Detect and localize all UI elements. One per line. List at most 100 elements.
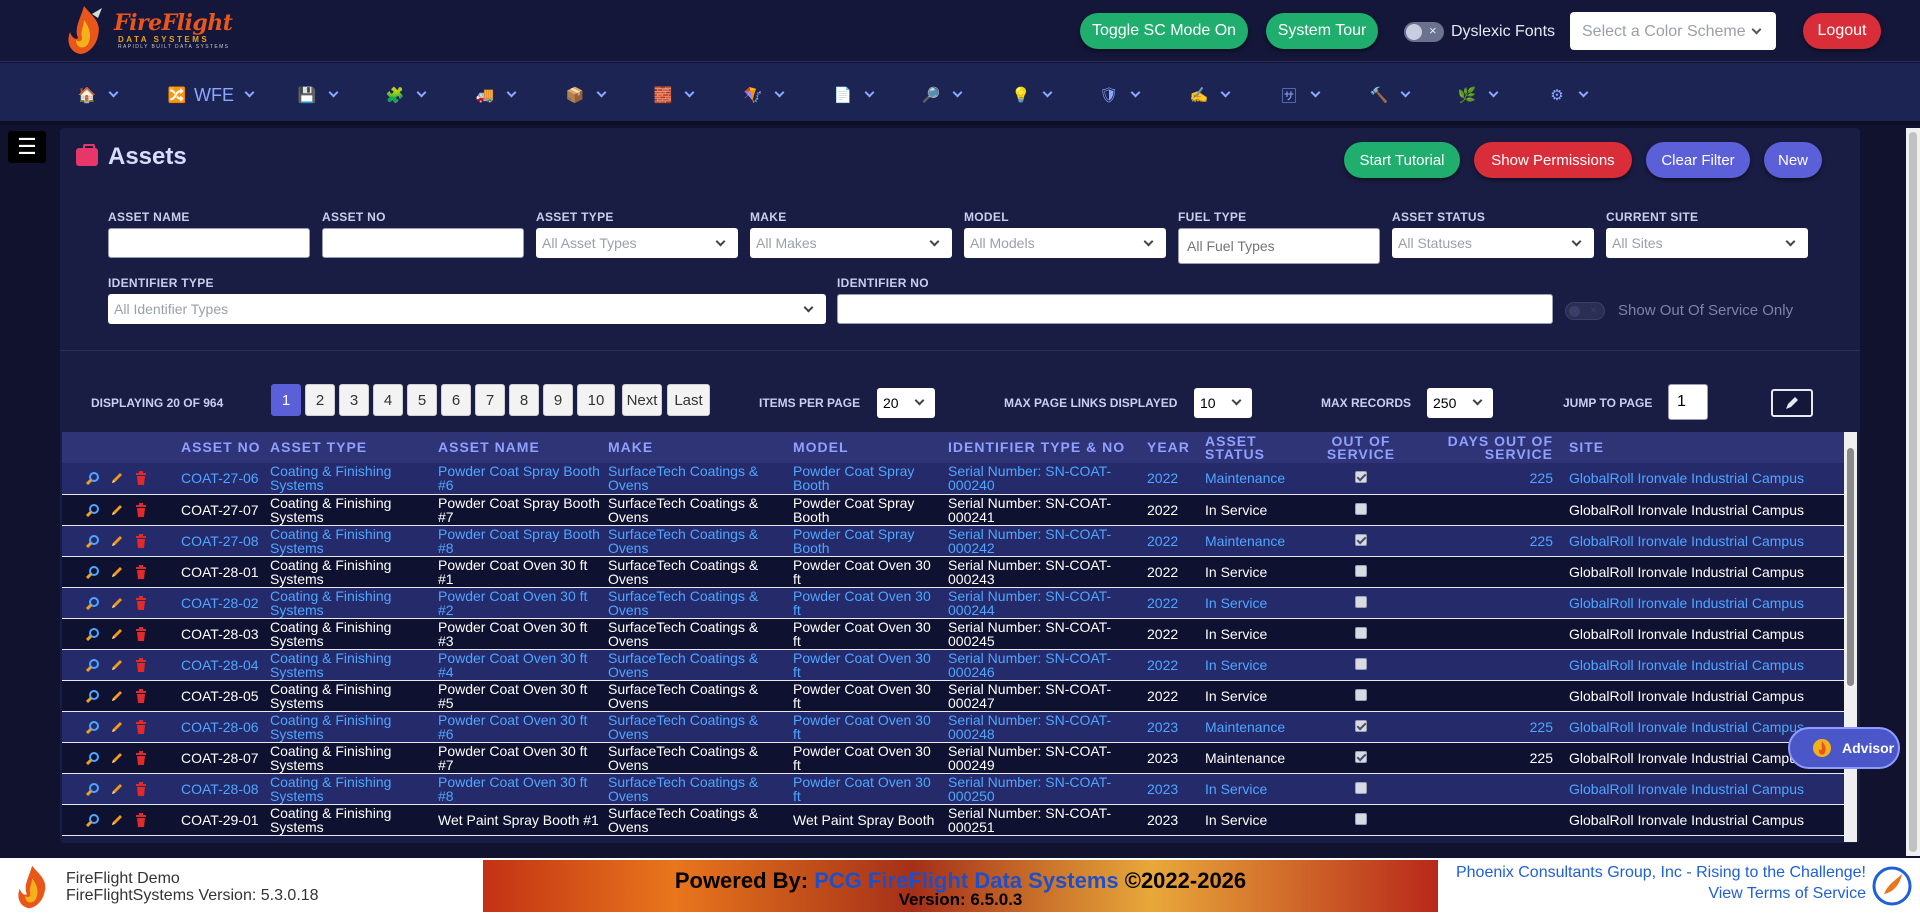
page-button-3[interactable]: 3 xyxy=(339,384,369,416)
nav-home[interactable]: 🏠 xyxy=(76,81,119,109)
start-tutorial-button[interactable]: Start Tutorial xyxy=(1344,142,1460,178)
delete-icon[interactable] xyxy=(134,564,148,579)
nav-environment[interactable]: 🌿 xyxy=(1456,81,1499,109)
cell-make[interactable]: SurfaceTech Coatings & Ovens xyxy=(604,525,789,557)
col-year[interactable]: YEAR xyxy=(1143,432,1201,463)
cell-asset-type[interactable]: Coating & Finishing Systems xyxy=(266,463,434,495)
table-row[interactable]: COAT-28-06 Coating & Finishing Systems Pow… xyxy=(62,711,1844,743)
page-button-8[interactable]: 8 xyxy=(509,384,539,416)
delete-icon[interactable] xyxy=(134,595,148,610)
fireflight-logo[interactable]: FireFlight DATA SYSTEMS RAPIDLY BUILT DA… xyxy=(62,4,242,56)
logout-button[interactable]: Logout xyxy=(1803,13,1881,49)
edit-icon[interactable] xyxy=(110,689,124,703)
cell-asset-name[interactable]: Powder Coat Spray Booth #6 xyxy=(434,463,604,495)
col-model[interactable]: MODEL xyxy=(789,432,944,463)
cell-model[interactable]: Powder Coat Oven 30 ft xyxy=(789,773,944,805)
cell-make[interactable]: SurfaceTech Coatings & Ovens xyxy=(604,649,789,681)
color-scheme-select[interactable]: Select a Color Scheme xyxy=(1570,12,1776,50)
cell-identifier[interactable]: Serial Number: SN-COAT-000244 xyxy=(944,587,1143,619)
system-tour-button[interactable]: System Tour xyxy=(1266,13,1378,49)
cell-asset-no[interactable]: COAT-28-04 xyxy=(177,649,266,681)
cell-model[interactable]: Powder Coat Oven 30 ft xyxy=(789,587,944,619)
asset-type-select[interactable]: All Asset Types xyxy=(536,228,738,258)
cell-model[interactable]: Powder Coat Oven 30 ft xyxy=(789,649,944,681)
delete-icon[interactable] xyxy=(134,719,148,734)
view-icon[interactable] xyxy=(86,503,100,517)
edit-icon[interactable] xyxy=(110,751,124,765)
edit-icon[interactable] xyxy=(110,782,124,796)
cell-asset-type[interactable]: Coating & Finishing Systems xyxy=(266,649,434,681)
page-button-2[interactable]: 2 xyxy=(305,384,335,416)
cell-asset-name[interactable]: Powder Coat Oven 30 ft #4 xyxy=(434,649,604,681)
out-of-service-only-toggle[interactable] xyxy=(1565,302,1605,320)
nav-translations[interactable]: 🈂 xyxy=(1278,81,1321,109)
cell-asset-no[interactable]: COAT-28-02 xyxy=(177,587,266,619)
nav-fleet[interactable]: 🚚 xyxy=(474,81,517,109)
cell-asset-name[interactable]: Powder Coat Oven 30 ft #6 xyxy=(434,711,604,743)
col-make[interactable]: MAKE xyxy=(604,432,789,463)
nav-signatures[interactable]: ✍ xyxy=(1188,81,1231,109)
col-asset-type[interactable]: ASSET TYPE xyxy=(266,432,434,463)
last-page-button[interactable]: Last xyxy=(667,384,710,416)
cell-asset-name[interactable]: Powder Coat Oven 30 ft #2 xyxy=(434,587,604,619)
current-site-select[interactable]: All Sites xyxy=(1606,228,1808,258)
cell-make[interactable]: SurfaceTech Coatings & Ovens xyxy=(604,711,789,743)
page-scrollbar[interactable] xyxy=(1906,128,1920,856)
cell-model[interactable]: Powder Coat Oven 30 ft xyxy=(789,711,944,743)
clear-filter-button[interactable]: Clear Filter xyxy=(1646,142,1750,178)
col-site[interactable]: SITE xyxy=(1565,432,1844,463)
edit-icon[interactable] xyxy=(110,627,124,641)
cell-site[interactable]: GlobalRoll Ironvale Industrial Campus xyxy=(1565,773,1844,805)
cell-asset-no[interactable]: COAT-28-08 xyxy=(177,773,266,805)
page-button-4[interactable]: 4 xyxy=(373,384,403,416)
table-scrollbar-thumb[interactable] xyxy=(1847,448,1854,686)
cell-asset-name[interactable]: Powder Coat Spray Booth #8 xyxy=(434,525,604,557)
new-button[interactable]: New xyxy=(1764,142,1822,178)
cell-asset-name[interactable]: Powder Coat Oven 30 ft #8 xyxy=(434,773,604,805)
table-row[interactable]: COAT-28-07 Coating & Finishing Systems Pow… xyxy=(62,742,1844,774)
nav-wfe[interactable]: 🔀 WFE xyxy=(166,81,255,109)
delete-icon[interactable] xyxy=(134,533,148,548)
edit-icon[interactable] xyxy=(110,813,124,827)
view-icon[interactable] xyxy=(86,720,100,734)
identifier-type-select[interactable]: All Identifier Types xyxy=(108,294,826,324)
view-icon[interactable] xyxy=(86,565,100,579)
cell-asset-type[interactable]: Coating & Finishing Systems xyxy=(266,525,434,557)
make-select[interactable]: All Makes xyxy=(750,228,952,258)
cell-identifier[interactable]: Serial Number: SN-COAT-000242 xyxy=(944,525,1143,557)
view-icon[interactable] xyxy=(86,782,100,796)
edit-icon[interactable] xyxy=(110,596,124,610)
page-button-9[interactable]: 9 xyxy=(543,384,573,416)
edit-columns-button[interactable] xyxy=(1771,389,1813,417)
view-icon[interactable] xyxy=(86,471,100,486)
cell-site[interactable]: GlobalRoll Ironvale Industrial Campus xyxy=(1565,649,1844,681)
cell-make[interactable]: SurfaceTech Coatings & Ovens xyxy=(604,463,789,495)
delete-icon[interactable] xyxy=(134,657,148,672)
cell-site[interactable]: GlobalRoll Ironvale Industrial Campus xyxy=(1565,525,1844,557)
delete-icon[interactable] xyxy=(134,502,148,517)
fuel-type-input[interactable] xyxy=(1178,228,1380,264)
col-asset-status[interactable]: ASSET STATUS xyxy=(1201,432,1316,463)
toggle-sc-mode-button[interactable]: Toggle SC Mode On xyxy=(1080,13,1248,49)
edit-icon[interactable] xyxy=(110,534,124,548)
view-icon[interactable] xyxy=(86,813,100,827)
table-row[interactable]: COAT-28-02 Coating & Finishing Systems Pow… xyxy=(62,587,1844,619)
cell-asset-no[interactable]: COAT-27-06 xyxy=(177,463,266,495)
cell-site[interactable]: GlobalRoll Ironvale Industrial Campus xyxy=(1565,463,1844,495)
table-row[interactable]: COAT-28-04 Coating & Finishing Systems Pow… xyxy=(62,649,1844,681)
asset-status-select[interactable]: All Statuses xyxy=(1392,228,1594,258)
delete-icon[interactable] xyxy=(134,688,148,703)
nav-projects[interactable]: 🪁 xyxy=(742,81,785,109)
delete-icon[interactable] xyxy=(134,750,148,765)
asset-name-input[interactable] xyxy=(108,228,310,258)
delete-icon[interactable] xyxy=(134,626,148,641)
jump-to-page-input[interactable] xyxy=(1668,384,1708,420)
model-select[interactable]: All Models xyxy=(964,228,1166,258)
col-identifier[interactable]: IDENTIFIER TYPE & NO xyxy=(944,432,1143,463)
cell-asset-no[interactable]: COAT-27-08 xyxy=(177,525,266,557)
table-row[interactable]: COAT-28-01 Coating & Finishing Systems Pow… xyxy=(62,556,1844,588)
page-button-5[interactable]: 5 xyxy=(407,384,437,416)
nav-tools[interactable]: 🔨 xyxy=(1368,81,1411,109)
edit-icon[interactable] xyxy=(110,565,124,579)
max-page-links-select[interactable]: 10 xyxy=(1194,388,1252,418)
